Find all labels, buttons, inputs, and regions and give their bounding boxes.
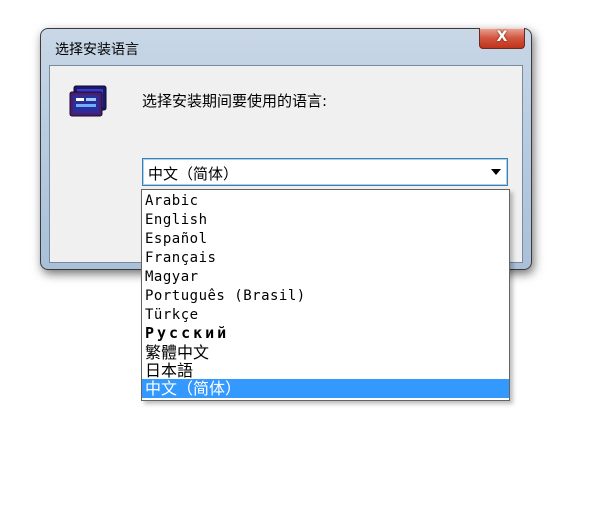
prompt-label: 选择安装期间要使用的语言: [142,92,328,110]
language-select[interactable]: 中文（简体） [142,158,508,186]
chevron-down-icon[interactable] [491,169,501,175]
title-bar[interactable]: 选择安装语言 X [41,28,531,65]
language-select-value: 中文（简体） [148,165,239,183]
close-button[interactable]: X [479,28,525,49]
close-icon: X [496,29,508,45]
language-option-english[interactable]: English [142,211,509,230]
language-option-traditional-chinese[interactable]: 繁體中文 [142,343,509,362]
language-option-portuguese-brazil[interactable]: Português (Brasil) [142,287,509,306]
window-title: 选择安装语言 [55,42,139,58]
language-option-russian[interactable]: Русский [142,324,509,343]
language-option-turkish[interactable]: Türkçe [142,306,509,325]
language-option-arabic[interactable]: Arabic [142,192,509,211]
language-option-spanish[interactable]: Español [142,230,509,249]
language-option-french[interactable]: Français [142,249,509,268]
monitor-icon [69,85,107,117]
language-option-simplified-chinese[interactable]: 中文（简体） [142,379,509,398]
language-option-japanese[interactable]: 日本語 [142,361,509,380]
language-dropdown-list[interactable]: Arabic English Español Français Magyar P… [141,189,510,401]
language-option-hungarian[interactable]: Magyar [142,268,509,287]
